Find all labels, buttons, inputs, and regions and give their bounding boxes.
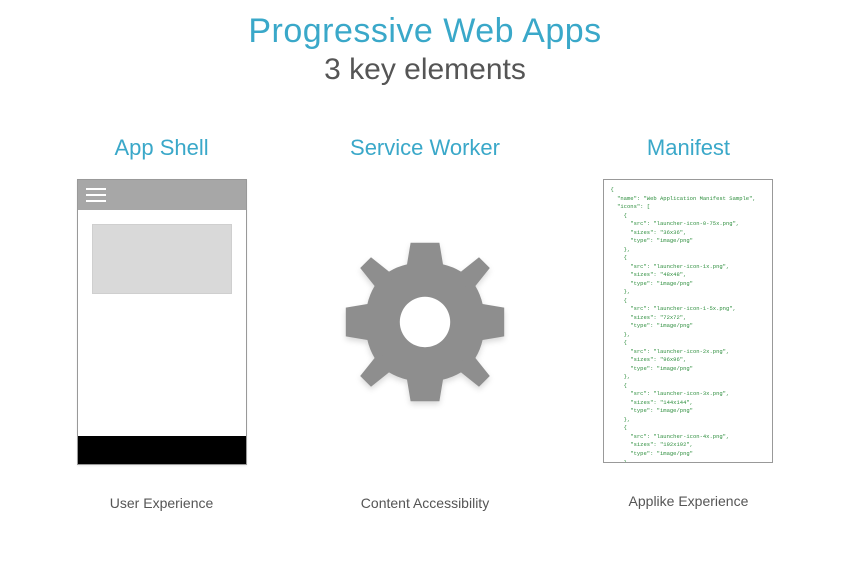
appshell-caption: User Experience (110, 495, 214, 511)
page-subtitle: 3 key elements (20, 53, 830, 87)
manifest-title: Manifest (647, 135, 730, 161)
appshell-footer-bar (78, 436, 246, 464)
column-manifest: Manifest { "name": "Web Application Mani… (557, 135, 820, 511)
column-serviceworker: Service Worker Content Accessibility (293, 135, 556, 511)
appshell-title: App Shell (114, 135, 208, 161)
gear-icon (335, 232, 515, 412)
manifest-caption: Applike Experience (629, 493, 749, 509)
appshell-header-bar (78, 180, 246, 210)
serviceworker-caption: Content Accessibility (361, 495, 489, 511)
manifest-code: { "name": "Web Application Manifest Samp… (603, 179, 773, 463)
appshell-body (78, 210, 246, 436)
serviceworker-title: Service Worker (350, 135, 500, 161)
serviceworker-illustration (325, 179, 525, 465)
column-appshell: App Shell User Experience (30, 135, 293, 511)
content-placeholder (92, 224, 232, 294)
page-title: Progressive Web Apps (20, 12, 830, 51)
columns: App Shell User Experience Service Worker (20, 135, 830, 511)
hamburger-icon (86, 188, 106, 202)
appshell-illustration (77, 179, 247, 465)
